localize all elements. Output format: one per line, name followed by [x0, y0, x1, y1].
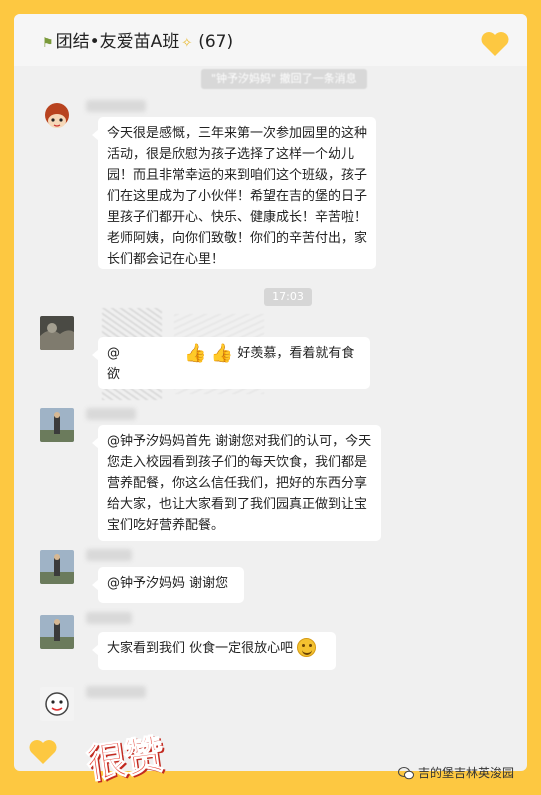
message-text: @钟予汐妈妈首先 谢谢您对我们的认可，今天您走入校园看到孩子们的每天饮食，我们都… [107, 434, 372, 533]
sparkle-icon: ✧ [181, 36, 193, 51]
avatar[interactable] [40, 550, 74, 584]
recall-notice: "钟予汐妈妈" 撤回了一条消息 [201, 69, 367, 89]
sender-name [86, 686, 146, 698]
flag-icon: ⚑ [42, 36, 54, 51]
heart-icon [481, 32, 509, 56]
message-text: 今天很是感慨，三年来第一次参加园里的这种活动，很是欣慰为孩子选择了这样一个幼儿园… [107, 126, 368, 267]
wechat-icon [398, 766, 414, 779]
message-bubble[interactable]: @ 👍 👍 好羡慕，看着就有食欲 [92, 337, 370, 389]
avatar[interactable] [40, 316, 74, 350]
message-text: @钟予汐妈妈 谢谢您 [107, 576, 229, 591]
chat-panel: ⚑ 团结•友爱苗A班 ✧ (67) "钟予汐妈妈" 撤回了一条消息 今天很是感慨，三年… [14, 14, 527, 771]
watermark: 吉的堡吉林英浚园 [398, 764, 514, 781]
message-text: 大家看到我们 伙食一定很放心吧 [107, 641, 294, 656]
thumbs-up-icon: 👍 [210, 343, 234, 364]
message-bubble[interactable]: @钟予汐妈妈首先 谢谢您对我们的认可，今天您走入校园看到孩子们的每天饮食，我们都… [92, 425, 381, 541]
message-bubble[interactable]: 大家看到我们 伙食一定很放心吧 [92, 632, 336, 670]
thumbs-up-icon: 👍 [184, 343, 207, 364]
watermark-text: 吉的堡吉林英浚园 [418, 766, 515, 780]
sender-name [86, 100, 146, 112]
timestamp: 17:03 [264, 288, 312, 306]
chat-title[interactable]: ⚑ 团结•友爱苗A班 ✧ (67) [42, 27, 233, 52]
heart-icon [29, 740, 57, 764]
group-name: 团结•友爱苗A班 [55, 32, 180, 52]
member-count: (67) [198, 32, 234, 52]
avatar[interactable] [40, 687, 74, 721]
avatar[interactable] [40, 615, 74, 649]
mention-prefix: @ [107, 346, 120, 361]
smile-emoji-icon [297, 638, 317, 657]
message-bubble[interactable]: @钟予汐妈妈 谢谢您 [92, 567, 244, 603]
avatar[interactable] [40, 100, 74, 134]
praise-stamp: 很赞 [83, 731, 166, 789]
message-bubble[interactable]: 今天很是感慨，三年来第一次参加园里的这种活动，很是欣慰为孩子选择了这样一个幼儿园… [92, 117, 376, 269]
sender-name [86, 408, 136, 420]
chat-header: ⚑ 团结•友爱苗A班 ✧ (67) [14, 14, 527, 66]
sender-name [86, 612, 132, 624]
sender-name [86, 549, 132, 561]
avatar[interactable] [40, 408, 74, 442]
